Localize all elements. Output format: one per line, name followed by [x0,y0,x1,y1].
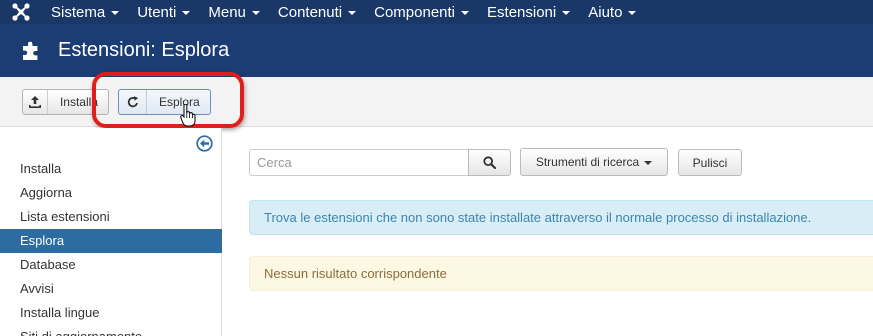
search-icon [483,156,496,169]
clear-button[interactable]: Pulisci [678,149,742,176]
sidebar-item-siti-aggiornamento[interactable]: Siti di aggiornamento [0,325,222,336]
caret-down-icon [348,11,357,15]
search-tools-button[interactable]: Strumenti di ricerca [520,148,668,176]
hand-cursor-icon [180,104,196,127]
sidebar-item-aggiorna[interactable]: Aggiorna [0,181,222,205]
caret-down-icon [562,11,571,15]
sidebar-item-lista-estensioni[interactable]: Lista estensioni [0,205,222,229]
nav-label: Menu [208,3,246,21]
top-navbar: Sistema Utenti Menu Contenuti Componenti… [0,0,873,24]
caret-down-icon [111,11,120,15]
search-button[interactable] [468,149,511,176]
info-message: Trova le estensioni che non sono state i… [249,200,873,235]
sidebar-item-avvisi[interactable]: Avvisi [0,277,222,301]
search-tools-label: Strumenti di ricerca [535,155,640,169]
nav-label: Utenti [137,3,177,21]
sidebar-item-installa-lingue[interactable]: Installa lingue [0,301,222,325]
nav-menu-utenti[interactable]: Utenti [128,0,199,24]
caret-down-icon [644,161,653,165]
nav-menu-sistema[interactable]: Sistema [42,0,128,24]
clear-button-label: Pulisci [692,155,728,170]
page-header: Estensioni: Esplora [0,24,873,77]
info-message-text: Trova le estensioni che non sono state i… [264,210,812,225]
collapse-sidebar-icon[interactable] [196,135,213,152]
search-input[interactable] [249,149,469,176]
caret-down-icon [628,11,637,15]
sidebar-item-installa[interactable]: Installa [0,157,222,181]
no-results-message: Nessun risultato corrispondente [249,256,873,291]
nav-menu-estensioni[interactable]: Estensioni [478,0,579,24]
sidebar-menu: Installa Aggiorna Lista estensioni Esplo… [0,157,222,336]
nav-label: Sistema [51,3,106,21]
nav-label: Contenuti [277,3,343,21]
puzzle-icon [23,41,38,60]
no-results-text: Nessun risultato corrispondente [264,266,447,281]
caret-down-icon [461,11,470,15]
caret-down-icon [251,11,260,15]
nav-menu-contenuti[interactable]: Contenuti [269,0,365,24]
highlight-ring [92,72,244,128]
nav-label: Aiuto [588,3,623,21]
joomla-logo-icon[interactable] [0,0,42,24]
nav-label: Estensioni [487,3,557,21]
sidebar-item-esplora[interactable]: Esplora [0,229,222,253]
nav-menu-aiuto[interactable]: Aiuto [579,0,645,24]
page-title: Estensioni: Esplora [58,39,230,61]
nav-menu-menu[interactable]: Menu [199,0,269,24]
sidebar: Installa Aggiorna Lista estensioni Esplo… [0,128,222,336]
sidebar-item-database[interactable]: Database [0,253,222,277]
nav-label: Componenti [374,3,456,21]
nav-menu-componenti[interactable]: Componenti [365,0,478,24]
caret-down-icon [182,11,191,15]
upload-icon [23,90,48,114]
